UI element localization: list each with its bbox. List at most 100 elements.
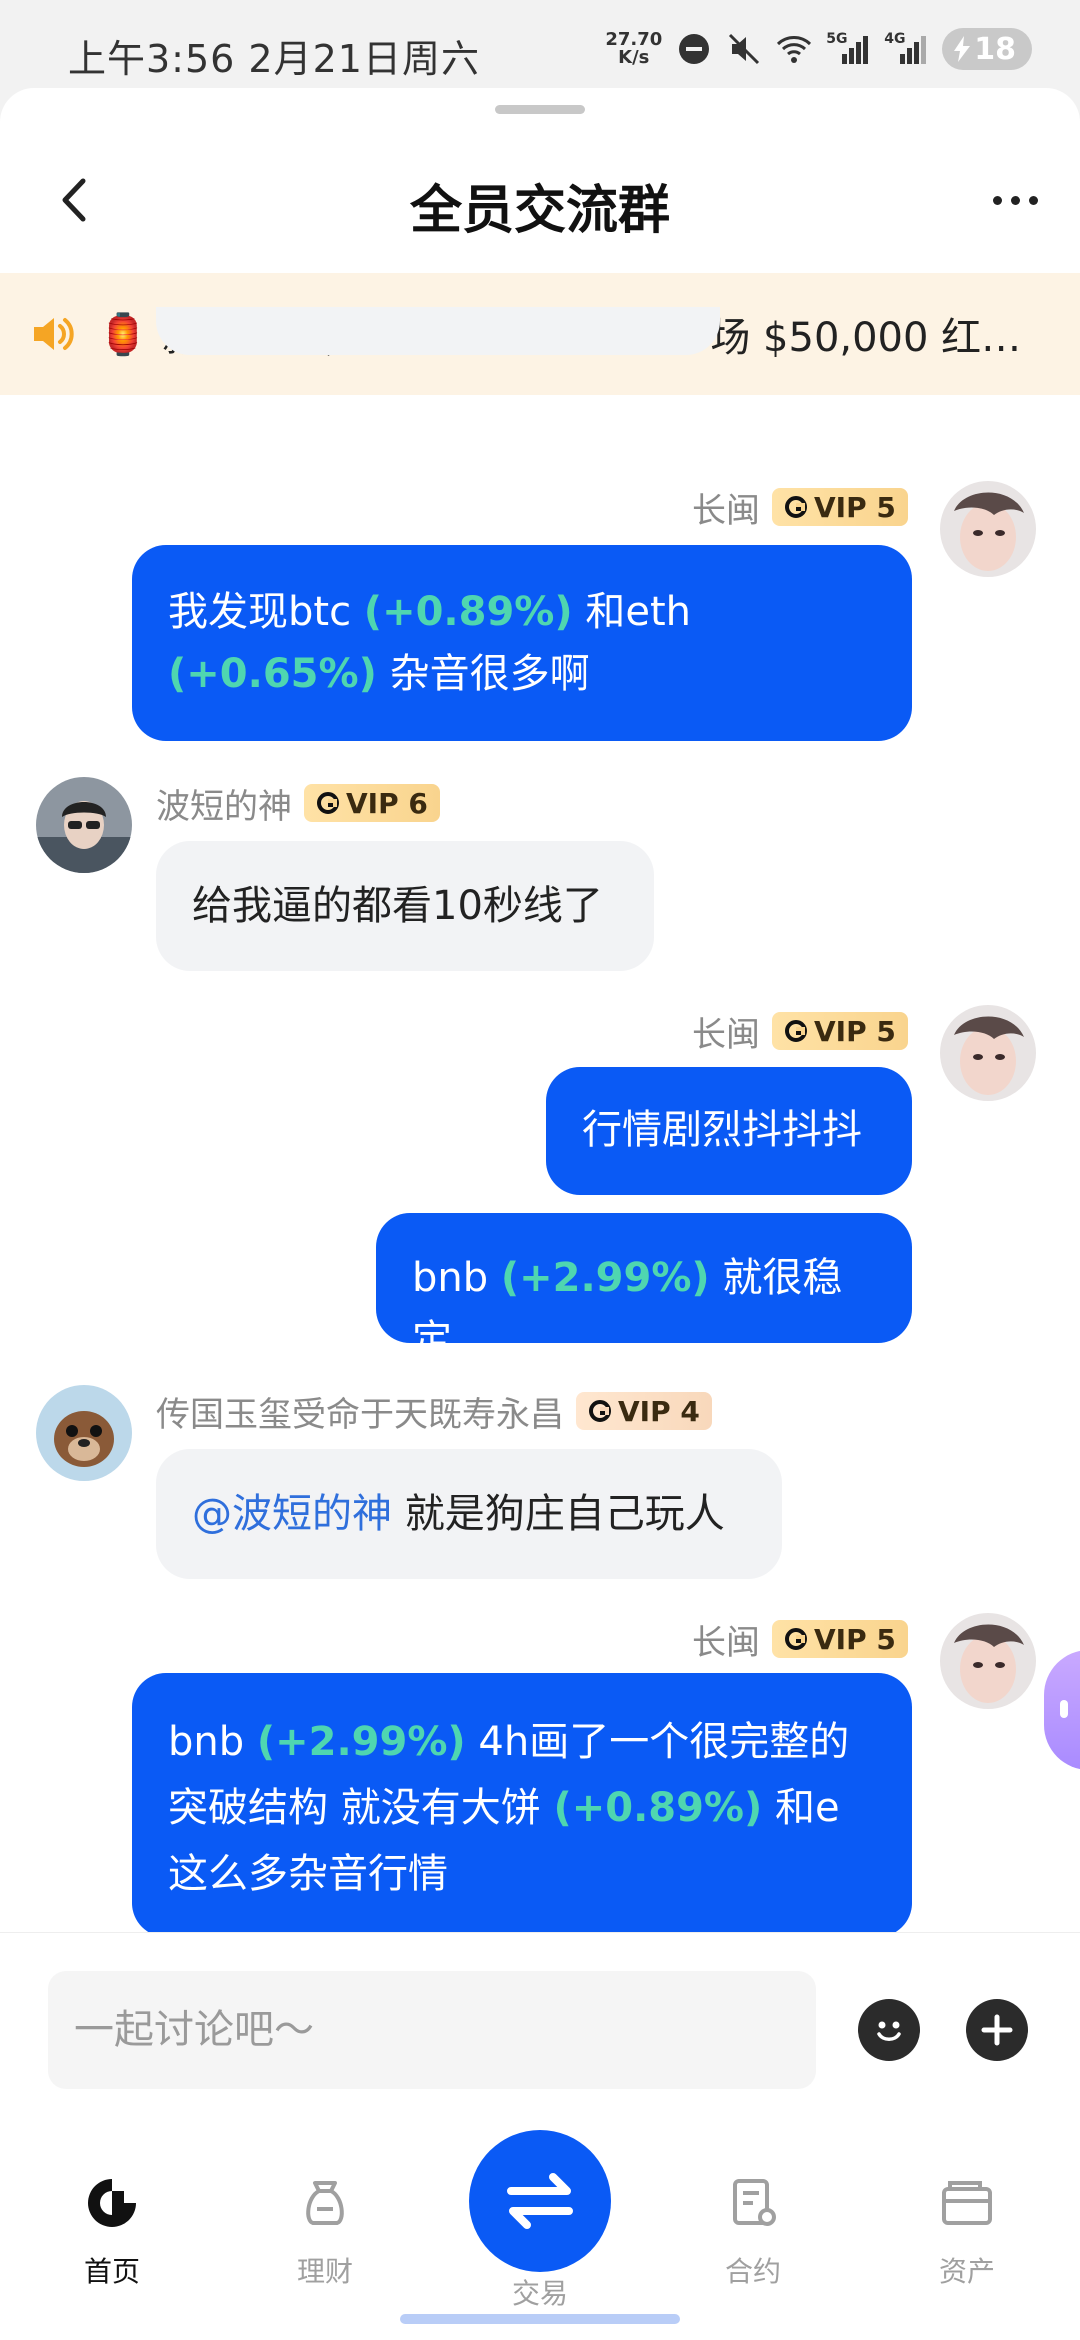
message-bubble[interactable]: 行情剧烈抖抖抖 bbox=[546, 1067, 912, 1195]
tab-label: 资产 bbox=[938, 2255, 995, 2288]
emoji-button[interactable] bbox=[858, 1999, 920, 2061]
sender-row: 波短的神 VIP 6 bbox=[156, 783, 440, 827]
avatar-chuanguoyuxi[interactable] bbox=[36, 1385, 132, 1481]
tab-home[interactable]: 首页 bbox=[32, 2172, 192, 2290]
message-bubble[interactable]: @波短的神 就是狗庄自己玩人 bbox=[156, 1449, 782, 1579]
vip-level: VIP 5 bbox=[814, 490, 896, 524]
tab-futures[interactable]: 合约 bbox=[673, 2172, 833, 2290]
gate-logo-icon bbox=[317, 792, 339, 814]
vip-badge: VIP 5 bbox=[772, 1620, 908, 1658]
vip-level: VIP 5 bbox=[814, 1622, 896, 1656]
sender-row: 长闽 VIP 5 bbox=[692, 1619, 908, 1663]
more-options-button[interactable] bbox=[980, 170, 1050, 230]
message-text: bnb bbox=[412, 1255, 501, 1301]
battery-level: 18 bbox=[974, 31, 1016, 67]
bot-face-icon bbox=[1060, 1700, 1068, 1718]
more-dot-icon bbox=[992, 195, 1002, 205]
tab-label: 理财 bbox=[296, 2255, 353, 2288]
status-time: 上午3:56 2月21日周六 bbox=[68, 37, 480, 81]
network-label-1: 5G bbox=[826, 31, 848, 47]
gate-logo-icon bbox=[589, 1400, 611, 1422]
price-change-tag[interactable]: (+2.99%) bbox=[257, 1719, 466, 1765]
message-bubble[interactable]: 给我逼的都看10秒线了 bbox=[156, 841, 654, 971]
do-not-disturb-icon bbox=[676, 31, 712, 67]
avatar-boduandeshen[interactable] bbox=[36, 777, 132, 873]
vip-badge: VIP 5 bbox=[772, 488, 908, 526]
message-text: 这么多杂音行情 bbox=[168, 1851, 448, 1897]
battery-indicator: 18 bbox=[942, 28, 1032, 70]
wifi-icon bbox=[776, 31, 812, 67]
message-composer bbox=[0, 1932, 1080, 2112]
contract-doc-icon bbox=[673, 2172, 833, 2234]
plus-icon bbox=[981, 2014, 1013, 2046]
message-bubble[interactable]: bnb (+2.99%) 4h画了一个很完整的突破结构 就没有大饼 (+0.89… bbox=[132, 1673, 912, 1932]
status-bar: 上午3:56 2月21日周六 27.70 K/s 5G 4G 18 bbox=[0, 0, 1080, 90]
signal-5g-icon: 5G bbox=[826, 31, 870, 67]
vip-level: VIP 5 bbox=[814, 1014, 896, 1048]
mute-icon bbox=[726, 31, 762, 67]
status-icons: 27.70 K/s 5G 4G 18 bbox=[605, 26, 1032, 72]
gate-logo-icon bbox=[32, 2172, 192, 2234]
message-text: 行情剧烈抖抖抖 bbox=[582, 1107, 862, 1153]
charging-icon bbox=[954, 36, 971, 62]
vip-badge: VIP 6 bbox=[304, 784, 440, 822]
message-bubble[interactable]: 我发现btc (+0.89%) 和eth (+0.65%) 杂音很多啊 bbox=[132, 545, 912, 741]
message-list[interactable]: 长闽 VIP 5 我发现btc (+0.89%) 和eth (+0.65%) 杂音… bbox=[0, 307, 1080, 1932]
gate-logo-icon bbox=[785, 1020, 807, 1042]
sender-name: 长闽 bbox=[692, 490, 760, 531]
avatar-changmin[interactable] bbox=[940, 481, 1036, 577]
wallet-icon bbox=[887, 2172, 1047, 2234]
vip-badge: VIP 4 bbox=[576, 1392, 712, 1430]
gate-logo-icon bbox=[785, 496, 807, 518]
gate-logo-icon bbox=[785, 1628, 807, 1650]
add-attachment-button[interactable] bbox=[966, 1999, 1028, 2061]
user-mention[interactable]: @波短的神 bbox=[192, 1491, 392, 1537]
vip-level: VIP 6 bbox=[346, 786, 428, 820]
tab-label: 首页 bbox=[83, 2255, 140, 2288]
tab-label: 交易 bbox=[511, 2277, 568, 2310]
more-dot-icon bbox=[1010, 195, 1020, 205]
tab-assets[interactable]: 资产 bbox=[887, 2172, 1047, 2290]
sender-row: 长闽 VIP 5 bbox=[692, 1011, 908, 1055]
tab-wealth[interactable]: 理财 bbox=[245, 2172, 405, 2290]
network-label-2: 4G bbox=[884, 31, 906, 47]
message-text: bnb bbox=[168, 1719, 257, 1765]
signal-4g-icon: 4G bbox=[884, 31, 928, 67]
sheet-grabber[interactable] bbox=[495, 105, 585, 114]
message-input[interactable] bbox=[48, 1971, 816, 2089]
nav-bar: 全员交流群 bbox=[0, 148, 1080, 248]
network-speed-unit: K/s bbox=[618, 47, 650, 68]
sender-name: 长闽 bbox=[692, 1014, 760, 1055]
sender-name: 长闽 bbox=[692, 1622, 760, 1663]
tab-label: 合约 bbox=[724, 2255, 781, 2288]
page-title: 全员交流群 bbox=[409, 181, 670, 241]
avatar-changmin[interactable] bbox=[940, 1613, 1036, 1709]
vip-badge: VIP 5 bbox=[772, 1012, 908, 1050]
price-change-tag[interactable]: (+0.65%) bbox=[168, 651, 377, 697]
avatar-changmin[interactable] bbox=[940, 1005, 1036, 1101]
message-text: 和e bbox=[762, 1785, 840, 1831]
price-change-tag[interactable]: (+0.89%) bbox=[553, 1785, 762, 1831]
message-text: 我发现btc bbox=[168, 589, 364, 635]
trade-button[interactable] bbox=[469, 2130, 611, 2272]
message-text: 4h画了一个很完整的 bbox=[465, 1719, 850, 1765]
sender-name: 传国玉玺受命于天既寿永昌 bbox=[156, 1394, 564, 1435]
network-speed: 27.70 K/s bbox=[605, 31, 662, 67]
bottom-tab-bar: 首页 理财 交易 合约 资产 bbox=[0, 2112, 1080, 2340]
message-text: 给我逼的都看10秒线了 bbox=[192, 883, 603, 929]
sender-row: 传国玉玺受命于天既寿永昌 VIP 4 bbox=[156, 1391, 712, 1435]
message-text: 就是狗庄自己玩人 bbox=[392, 1491, 725, 1537]
message-text: 杂音很多啊 bbox=[376, 651, 590, 697]
price-change-tag[interactable]: (+0.89%) bbox=[364, 589, 573, 635]
message-bubble-partial[interactable] bbox=[156, 307, 720, 355]
sender-name: 波短的神 bbox=[156, 786, 292, 827]
smiley-icon bbox=[877, 2021, 901, 2041]
message-text: 突破结构 就没有大饼 bbox=[168, 1785, 554, 1831]
tab-trade[interactable]: 交易 bbox=[460, 2272, 620, 2312]
sender-row: 长闽 VIP 5 bbox=[692, 487, 908, 531]
more-dot-icon bbox=[1028, 195, 1038, 205]
price-change-tag[interactable]: (+2.99%) bbox=[501, 1255, 710, 1301]
wealth-bag-icon bbox=[245, 2172, 405, 2234]
message-bubble[interactable]: bnb (+2.99%) 就很稳定 bbox=[376, 1213, 912, 1363]
home-indicator bbox=[400, 2314, 680, 2324]
